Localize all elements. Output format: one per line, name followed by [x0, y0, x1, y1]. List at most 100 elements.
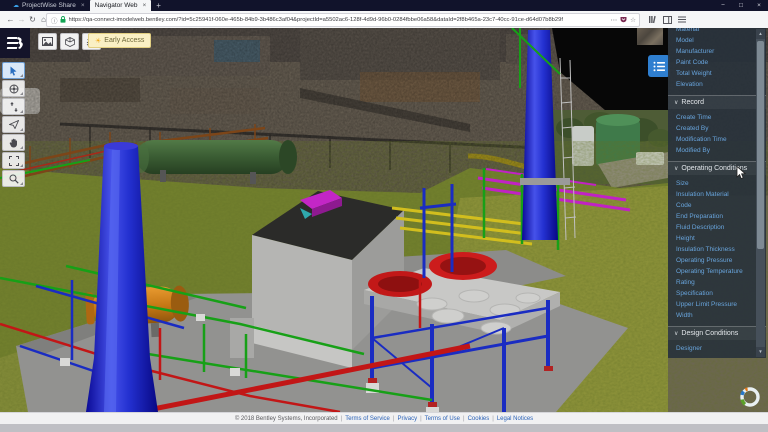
close-button[interactable]: × — [750, 0, 768, 11]
tool-flyout-indicator — [20, 182, 23, 185]
property-item-paint-code[interactable]: Paint Code — [668, 57, 766, 68]
image-icon — [42, 37, 53, 46]
scrollbar-thumb[interactable] — [757, 41, 764, 249]
property-item-modification-time[interactable]: Modification Time — [668, 134, 766, 145]
property-item-manufacturer[interactable]: Manufacturer — [668, 46, 766, 57]
sun-icon: ☀ — [95, 37, 101, 45]
section-header-label: Design Conditions — [681, 330, 738, 337]
cloud-icon: ☁ — [13, 2, 19, 9]
sidebar-toggle-icon[interactable] — [663, 16, 672, 24]
tool-flyout-indicator — [20, 128, 23, 131]
cube-icon — [65, 37, 75, 47]
property-item-upper-limit-pressure[interactable]: Upper Limit Pressure — [668, 299, 766, 310]
scroll-up-arrow[interactable]: ▲ — [756, 29, 765, 39]
close-tab-icon[interactable]: × — [143, 2, 147, 9]
page-info-icon[interactable]: ⓘ — [51, 15, 58, 25]
footer-separator: | — [420, 416, 422, 422]
window-controls: − □ × — [714, 0, 768, 11]
property-item-modified-by[interactable]: Modified By — [668, 145, 766, 156]
early-access-badge[interactable]: ☀ Early Access — [88, 33, 151, 48]
footer-separator: | — [463, 416, 465, 422]
reality-mesh-scene — [0, 28, 768, 412]
tab-projectwise-share[interactable]: ☁ ProjectWise Share × — [8, 0, 90, 11]
minimize-button[interactable]: − — [714, 0, 732, 11]
magnifier-icon — [9, 174, 19, 184]
property-item-operating-temperature[interactable]: Operating Temperature — [668, 266, 766, 277]
copyright-text: © 2018 Bentley Systems, Incorporated — [235, 416, 338, 422]
footer-link-legal-notices[interactable]: Legal Notices — [497, 416, 533, 422]
scroll-down-arrow[interactable]: ▼ — [756, 347, 765, 357]
property-item-insulation-thickness[interactable]: Insulation Thickness — [668, 244, 766, 255]
chevron-down-icon: ∨ — [674, 100, 678, 106]
fit-view-button[interactable] — [2, 152, 25, 169]
cursor-arrow-icon — [9, 66, 18, 76]
saved-views-button[interactable] — [38, 33, 57, 50]
new-tab-button[interactable]: + — [151, 0, 166, 11]
property-item-create-time[interactable]: Create Time — [668, 112, 766, 123]
properties-toggle-button[interactable] — [648, 55, 670, 77]
footer-link-terms-of-use[interactable]: Terms of Use — [425, 416, 460, 422]
footer-link-privacy[interactable]: Privacy — [397, 416, 417, 422]
property-item-total-weight[interactable]: Total Weight — [668, 68, 766, 79]
steering-wheel-icon — [9, 84, 19, 94]
tab-bar: ☁ ProjectWise Share × Navigator Web × + … — [0, 0, 768, 11]
scrollbar[interactable]: ▲ ▼ — [756, 29, 765, 357]
property-item-end-preparation[interactable]: End Preparation — [668, 211, 766, 222]
model-viewport[interactable]: ☀ Early Access — [0, 28, 768, 412]
paper-plane-icon — [9, 120, 19, 129]
property-item-width[interactable]: Width — [668, 310, 766, 321]
property-item-code[interactable]: Code — [668, 200, 766, 211]
bentley-logo[interactable] — [0, 28, 30, 58]
section-header-operating-conditions[interactable]: ∨Operating Conditions — [668, 161, 766, 175]
section-header-record[interactable]: ∨Record — [668, 95, 766, 109]
footer-link-cookies[interactable]: Cookies — [468, 416, 490, 422]
property-item-size[interactable]: Size — [668, 178, 766, 189]
bentley-b-icon — [6, 34, 24, 52]
models-button[interactable] — [60, 33, 79, 50]
window-bottom-edge — [0, 424, 768, 432]
tool-palette — [2, 62, 25, 187]
tab-navigator-web[interactable]: Navigator Web × — [90, 0, 152, 11]
property-item-created-by[interactable]: Created By — [668, 123, 766, 134]
property-item-height[interactable]: Height — [668, 233, 766, 244]
early-access-label: Early Access — [104, 37, 144, 44]
property-item-model[interactable]: Model — [668, 35, 766, 46]
properties-panel: Material Model Manufacturer Paint Code T… — [668, 28, 766, 358]
property-item-insulation-material[interactable]: Insulation Material — [668, 189, 766, 200]
chevron-down-icon: ∨ — [674, 331, 678, 337]
tool-flyout-indicator — [20, 110, 23, 113]
bookmark-star-icon[interactable]: ☆ — [630, 16, 636, 24]
property-item-operating-pressure[interactable]: Operating Pressure — [668, 255, 766, 266]
property-item-elevation[interactable]: Elevation — [668, 79, 766, 90]
fit-view-icon — [9, 156, 19, 166]
property-item-rating[interactable]: Rating — [668, 277, 766, 288]
footer-separator: | — [492, 416, 494, 422]
tool-flyout-indicator — [20, 146, 23, 149]
https-lock-icon — [60, 16, 66, 23]
navigate-tool-button[interactable] — [2, 80, 25, 97]
fly-tool-button[interactable] — [2, 116, 25, 133]
photo-white-tank — [572, 126, 594, 166]
mouse-cursor — [736, 166, 747, 180]
tab-label: Navigator Web — [95, 2, 138, 9]
maximize-button[interactable]: □ — [732, 0, 750, 11]
hand-icon — [9, 138, 18, 148]
library-icon[interactable] — [648, 15, 657, 24]
pan-tool-button[interactable] — [2, 134, 25, 151]
property-item-designer[interactable]: Designer — [668, 343, 766, 354]
close-tab-icon[interactable]: × — [81, 2, 85, 9]
footer-link-terms-of-service[interactable]: Terms of Service — [345, 416, 390, 422]
property-item-specification[interactable]: Specification — [668, 288, 766, 299]
zoom-tool-button[interactable] — [2, 98, 25, 115]
pocket-icon[interactable] — [620, 16, 627, 23]
property-item-material[interactable]: Material — [668, 28, 766, 35]
section-header-design-conditions[interactable]: ∨Design Conditions — [668, 326, 766, 340]
page-actions-icon[interactable]: ⋯ — [611, 16, 618, 24]
address-bar[interactable]: ⓘ https://qa-connect-imodelweb.bentley.c… — [46, 13, 640, 27]
property-item-fluid-description[interactable]: Fluid Description — [668, 222, 766, 233]
tool-flyout-indicator — [20, 164, 23, 167]
menu-icon[interactable] — [678, 16, 686, 23]
zoom-window-button[interactable] — [2, 170, 25, 187]
select-tool-button[interactable] — [2, 62, 25, 79]
property-group: Designer — [668, 340, 766, 357]
